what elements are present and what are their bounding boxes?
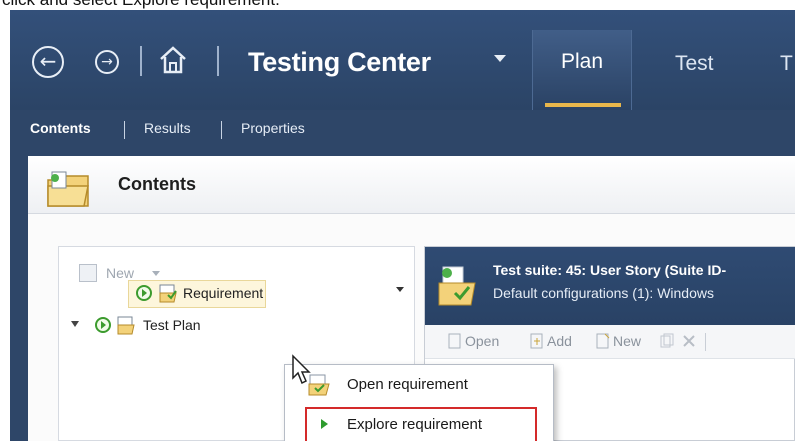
folder-icon bbox=[47, 171, 89, 207]
remove-icon bbox=[683, 335, 695, 347]
contents-title: Contents bbox=[118, 174, 196, 194]
menu-item-label: Explore requirement bbox=[347, 416, 483, 433]
active-tab-indicator bbox=[545, 103, 621, 107]
chevron-down-icon[interactable] bbox=[494, 55, 506, 62]
tab-plan-label: Plan bbox=[560, 50, 604, 73]
copy-icon bbox=[660, 333, 674, 348]
open-button[interactable]: Open bbox=[465, 333, 499, 349]
default-configurations: Default configurations (1): Windows bbox=[493, 285, 714, 301]
back-arrow-icon[interactable]: ← bbox=[32, 46, 64, 78]
home-icon[interactable] bbox=[158, 44, 188, 76]
tree-item-requirement[interactable]: Requirement bbox=[136, 283, 336, 305]
add-button[interactable]: Add bbox=[547, 333, 572, 349]
subnav-properties[interactable]: Properties bbox=[241, 120, 305, 136]
new-button-label: New bbox=[106, 265, 135, 281]
context-menu: Open requirement Explore requirement bbox=[284, 364, 554, 441]
new-icon bbox=[596, 333, 610, 349]
test-plan-icon bbox=[117, 316, 135, 335]
top-bar: ← → Testing Center Plan Test T bbox=[10, 10, 795, 110]
mouse-pointer-icon bbox=[292, 354, 311, 385]
subnav-divider bbox=[221, 121, 222, 139]
title-separator bbox=[217, 46, 219, 76]
tab-test[interactable]: Test bbox=[675, 52, 714, 76]
tree-item-label: Requirement bbox=[183, 285, 264, 301]
play-status-icon bbox=[136, 285, 152, 301]
test-suite-toolbar: Open Add New bbox=[425, 325, 795, 359]
contents-header: Contents bbox=[28, 156, 795, 214]
tab-truncated[interactable]: T bbox=[780, 52, 793, 76]
add-icon bbox=[530, 333, 543, 349]
open-icon bbox=[448, 333, 461, 349]
menu-item-explore-requirement[interactable]: Explore requirement bbox=[305, 407, 537, 441]
test-suite-title: Test suite: 45: User Story (Suite ID- bbox=[493, 262, 727, 278]
testing-center-window: ← → Testing Center Plan Test T Contents … bbox=[10, 10, 795, 441]
caption-text: click and select Explore requirement. bbox=[2, 0, 280, 10]
play-icon bbox=[321, 419, 328, 429]
requirement-icon bbox=[159, 284, 177, 303]
menu-item-open-requirement[interactable]: Open requirement bbox=[285, 369, 553, 401]
new-toolbar-button[interactable]: New bbox=[613, 333, 641, 349]
play-status-icon bbox=[95, 317, 111, 333]
chevron-down-icon[interactable] bbox=[152, 271, 160, 276]
tree-item-label: Test Plan bbox=[143, 317, 201, 333]
test-suite-icon bbox=[438, 266, 476, 306]
toolbar-divider bbox=[705, 333, 706, 351]
new-item-icon bbox=[79, 264, 97, 282]
tree-item-test-plan[interactable]: Test Plan bbox=[71, 315, 271, 337]
nav-separator bbox=[140, 46, 142, 76]
menu-item-label: Open requirement bbox=[347, 376, 468, 393]
subnav-results[interactable]: Results bbox=[144, 120, 191, 136]
app-title: Testing Center bbox=[248, 47, 431, 77]
subnav-divider bbox=[124, 121, 125, 139]
subnav-contents[interactable]: Contents bbox=[30, 120, 91, 136]
caption-text-strip: click and select Explore requirement. bbox=[0, 0, 795, 10]
forward-arrow-icon[interactable]: → bbox=[95, 50, 119, 74]
panel-menu-arrow-icon[interactable] bbox=[396, 287, 404, 292]
sub-navigation: Contents Results Properties bbox=[10, 110, 795, 152]
tab-plan[interactable]: Plan bbox=[532, 30, 632, 110]
test-suite-header: Test suite: 45: User Story (Suite ID- De… bbox=[425, 247, 795, 325]
expand-arrow-icon[interactable] bbox=[71, 321, 79, 327]
